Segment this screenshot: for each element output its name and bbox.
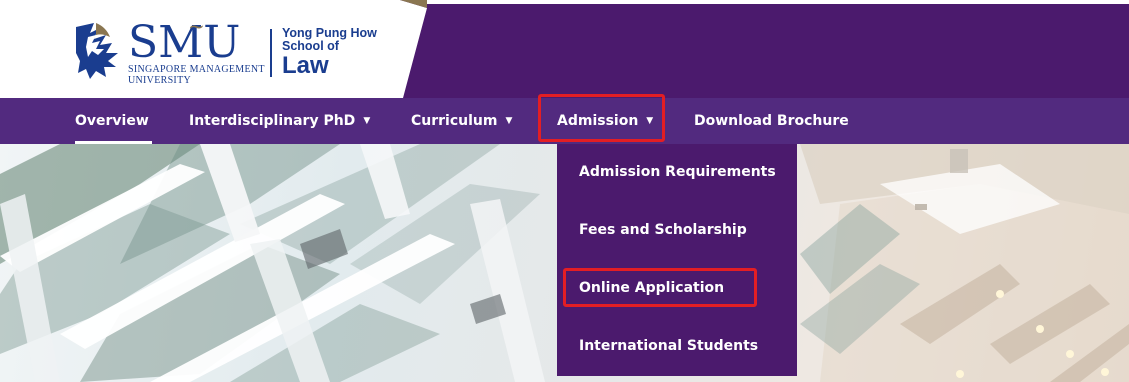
admission-dropdown-menu: Admission Requirements Fees and Scholars…	[557, 144, 797, 376]
smu-law-logo[interactable]: SMU ~ SINGAPORE MANAGEMENT UNIVERSITY Yo…	[76, 14, 406, 94]
nav-item-curriculum[interactable]: Curriculum ▼	[411, 98, 512, 144]
online-application-highlight-box	[563, 268, 757, 307]
nav-item-label: Curriculum	[411, 113, 498, 129]
smu-wordmark: SMU	[128, 17, 241, 68]
menu-item-fees-and-scholarship[interactable]: Fees and Scholarship	[579, 218, 747, 242]
logo-subtitle-line-1: SINGAPORE MANAGEMENT	[128, 64, 265, 75]
nav-item-label: Download Brochure	[694, 113, 849, 129]
caret-down-icon: ▼	[505, 116, 513, 126]
menu-item-international-students[interactable]: International Students	[579, 334, 758, 358]
school-name-law: Law	[282, 52, 329, 79]
nav-item-overview[interactable]: Overview	[75, 98, 149, 144]
site-header: SMU ~ SINGAPORE MANAGEMENT UNIVERSITY Yo…	[0, 0, 1129, 98]
menu-item-label: Fees and Scholarship	[579, 222, 747, 238]
logo-divider	[270, 29, 272, 77]
menu-item-admission-requirements[interactable]: Admission Requirements	[579, 160, 776, 184]
nav-item-label: Interdisciplinary PhD	[189, 113, 356, 129]
admission-highlight-box	[538, 94, 665, 142]
menu-item-label: Admission Requirements	[579, 164, 776, 180]
logo-tilde-accent: ~	[188, 14, 205, 38]
smu-lion-icon	[76, 23, 118, 79]
logo-subtitle-line-2: UNIVERSITY	[128, 75, 191, 86]
menu-item-label: International Students	[579, 338, 759, 354]
nav-item-interdisciplinary-phd[interactable]: Interdisciplinary PhD ▼	[189, 98, 370, 144]
nav-item-download-brochure[interactable]: Download Brochure	[694, 98, 849, 144]
nav-item-label: Overview	[75, 113, 149, 129]
caret-down-icon: ▼	[363, 116, 371, 126]
